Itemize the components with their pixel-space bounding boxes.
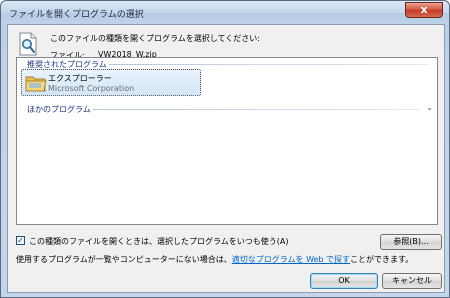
program-company: Microsoft Corporation	[48, 84, 135, 93]
always-use-checkbox[interactable]: ✓	[16, 236, 25, 245]
window-title: ファイルを開くプログラムの選択	[9, 10, 144, 20]
recommended-divider	[109, 64, 429, 65]
web-search-link[interactable]: 適切なプログラムを Web で探す	[232, 255, 350, 264]
info-text-before: 使用するプログラムが一覧やコンピューターにない場合は、	[16, 255, 232, 264]
info-text-after: ことができます。	[350, 255, 414, 264]
open-with-dialog: ファイルを開くプログラムの選択 x このファイルの種類を開くプログラムを選択して…	[0, 0, 450, 298]
folder-icon	[25, 74, 47, 92]
title-bar[interactable]: ファイルを開くプログラムの選択 x	[1, 1, 449, 25]
dialog-body: このファイルの種類を開くプログラムを選択してください: ファイル: VW2018…	[7, 24, 445, 293]
other-programs-header[interactable]: ほかのプログラム	[27, 104, 91, 115]
web-search-info: 使用するプログラムが一覧やコンピューターにない場合は、適切なプログラムを Web…	[16, 254, 413, 265]
close-button[interactable]: x	[405, 2, 443, 18]
chevron-down-icon[interactable]: ⌄	[426, 103, 433, 112]
always-use-label[interactable]: この種類のファイルを開くときは、選択したプログラムをいつも使う(A)	[29, 236, 288, 247]
program-item-explorer[interactable]: エクスプローラー Microsoft Corporation	[21, 69, 201, 96]
program-list[interactable]: 推奨されたプログラム エクスプローラー Microsoft Corporatio…	[16, 57, 438, 225]
close-icon: x	[420, 3, 428, 16]
other-divider	[93, 109, 419, 110]
ok-button[interactable]: OK	[310, 273, 378, 289]
program-name: エクスプローラー	[48, 74, 112, 83]
browse-button[interactable]: 参照(B)...	[380, 234, 442, 250]
file-search-icon	[18, 32, 38, 56]
instruction-text: このファイルの種類を開くプログラムを選択してください:	[50, 34, 260, 43]
cancel-button[interactable]: キャンセル	[382, 273, 442, 289]
